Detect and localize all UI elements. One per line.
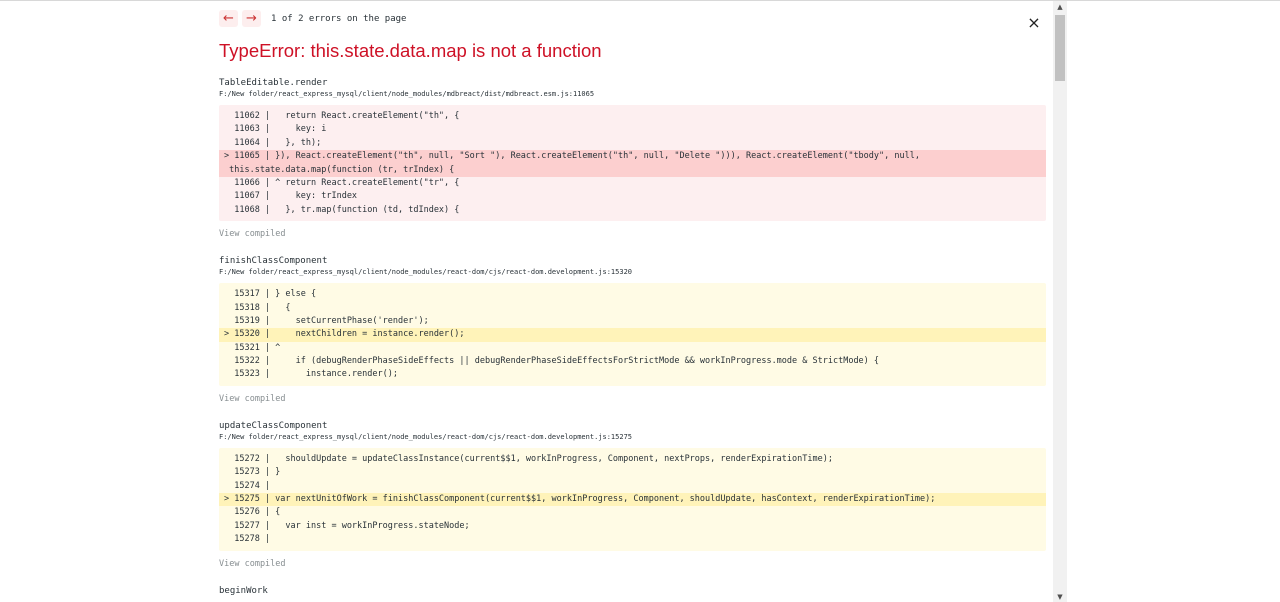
code-line: 15273 | }: [224, 467, 281, 478]
scrollbar-thumb[interactable]: [1055, 15, 1065, 81]
code-line-highlighted: > 15275 | var nextUnitOfWork = finishCla…: [219, 493, 1046, 507]
code-line: 11063 | key: i: [224, 124, 327, 135]
scroll-up-icon[interactable]: ▲: [1053, 2, 1067, 12]
code-line: 15321 | ^: [224, 342, 281, 353]
code-line: 11066 | ^ return React.createElement("tr…: [224, 177, 460, 188]
error-counter: 1 of 2 errors on the page: [271, 13, 407, 24]
frame-function-name: TableEditable.render: [219, 78, 328, 88]
frame-file-path[interactable]: F:/New folder/react_express_mysql/client…: [219, 267, 1046, 277]
error-overlay: ← → 1 of 2 errors on the page TypeError:…: [0, 1, 1053, 602]
frame-function-name: updateClassComponent: [219, 420, 328, 431]
error-title: TypeError: this.state.data.map is not a …: [219, 40, 602, 61]
code-line-highlighted: > 15320 | nextChildren = instance.render…: [219, 328, 1046, 342]
stack-frame: TableEditable.render F:/New folder/react…: [219, 77, 1046, 240]
code-line: 15276 | {: [224, 507, 281, 518]
error-content: ← → 1 of 2 errors on the page TypeError:…: [219, 9, 1046, 597]
frame-function-name: beginWork: [219, 585, 268, 596]
stack-frame: updateClassComponent F:/New folder/react…: [219, 420, 1046, 570]
code-line: 11062 | return React.createElement("th",…: [224, 111, 460, 121]
code-line: 11067 | key: trIndex: [224, 191, 358, 202]
view-compiled-link[interactable]: View compiled: [219, 228, 1046, 240]
code-snippet: 15272 | shouldUpdate = updateClassInstan…: [219, 447, 1046, 551]
previous-error-button[interactable]: ←: [219, 10, 238, 27]
code-line-highlighted: this.state.data.map(function (tr, trInde…: [219, 163, 1046, 177]
next-error-button[interactable]: →: [242, 10, 261, 27]
code-line: 15317 | } else {: [224, 289, 317, 300]
vertical-scrollbar[interactable]: ▲ ▼: [1053, 1, 1067, 602]
code-line: 15278 |: [224, 534, 271, 545]
code-snippet: 15317 | } else { 15318 | { 15319 | setCu…: [219, 283, 1046, 386]
frame-file-path[interactable]: F:/New folder/react_express_mysql/client…: [219, 432, 1046, 442]
code-line: 15277 | var inst = workInProgress.stateN…: [224, 520, 470, 531]
code-line: 15322 | if (debugRenderPhaseSideEffects …: [224, 356, 880, 367]
code-line-highlighted: > 11065 | }), React.createElement("th", …: [219, 150, 1046, 164]
stack-frame: beginWork: [219, 585, 1046, 597]
code-line: 15272 | shouldUpdate = updateClassInstan…: [224, 453, 833, 464]
code-line: 15274 |: [224, 480, 271, 491]
frame-file-path[interactable]: F:/New folder/react_express_mysql/client…: [219, 89, 1046, 99]
code-line: 15323 | instance.render();: [224, 369, 398, 380]
code-line: 15319 | setCurrentPhase('render');: [224, 315, 429, 326]
code-line: 15318 | {: [224, 302, 291, 313]
stack-frame: finishClassComponent F:/New folder/react…: [219, 255, 1046, 405]
view-compiled-link[interactable]: View compiled: [219, 393, 1046, 405]
error-navigation: ← → 1 of 2 errors on the page: [219, 9, 1046, 28]
code-snippet: 11062 | return React.createElement("th",…: [219, 105, 1046, 222]
close-icon[interactable]: ×: [1027, 15, 1041, 31]
scroll-down-icon[interactable]: ▼: [1053, 592, 1067, 602]
frame-function-name: finishClassComponent: [219, 256, 328, 267]
code-line: 11068 | }, tr.map(function (td, tdIndex)…: [224, 204, 460, 215]
code-line: 11064 | }, th);: [224, 137, 322, 148]
view-compiled-link[interactable]: View compiled: [219, 558, 1046, 570]
